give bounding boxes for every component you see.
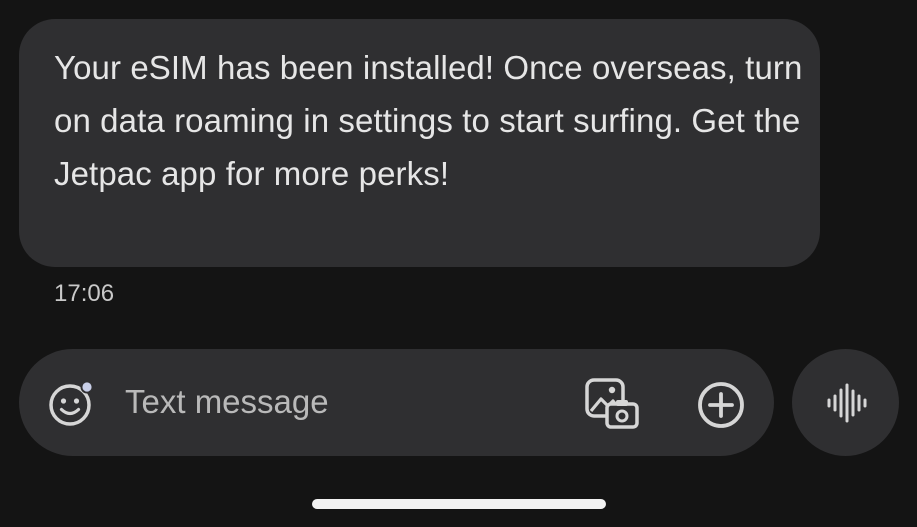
emoji-smile-icon [49,380,94,426]
messaging-screen: Your eSIM has been installed! Once overs… [0,0,917,527]
gallery-button[interactable] [583,375,643,433]
home-indicator[interactable] [312,499,606,509]
text-message-input[interactable] [125,375,555,429]
add-attachment-button[interactable] [695,379,747,431]
voice-message-button[interactable] [792,349,899,456]
incoming-message-bubble[interactable]: Your eSIM has been installed! Once overs… [19,19,820,267]
emoji-button[interactable] [47,379,97,429]
gallery-camera-icon [585,378,639,429]
message-timestamp: 17:06 [54,280,115,307]
compose-bar [19,349,774,456]
voice-waveform-icon [827,383,867,423]
plus-circle-icon [698,382,744,428]
message-text: Your eSIM has been installed! Once overs… [54,49,803,192]
